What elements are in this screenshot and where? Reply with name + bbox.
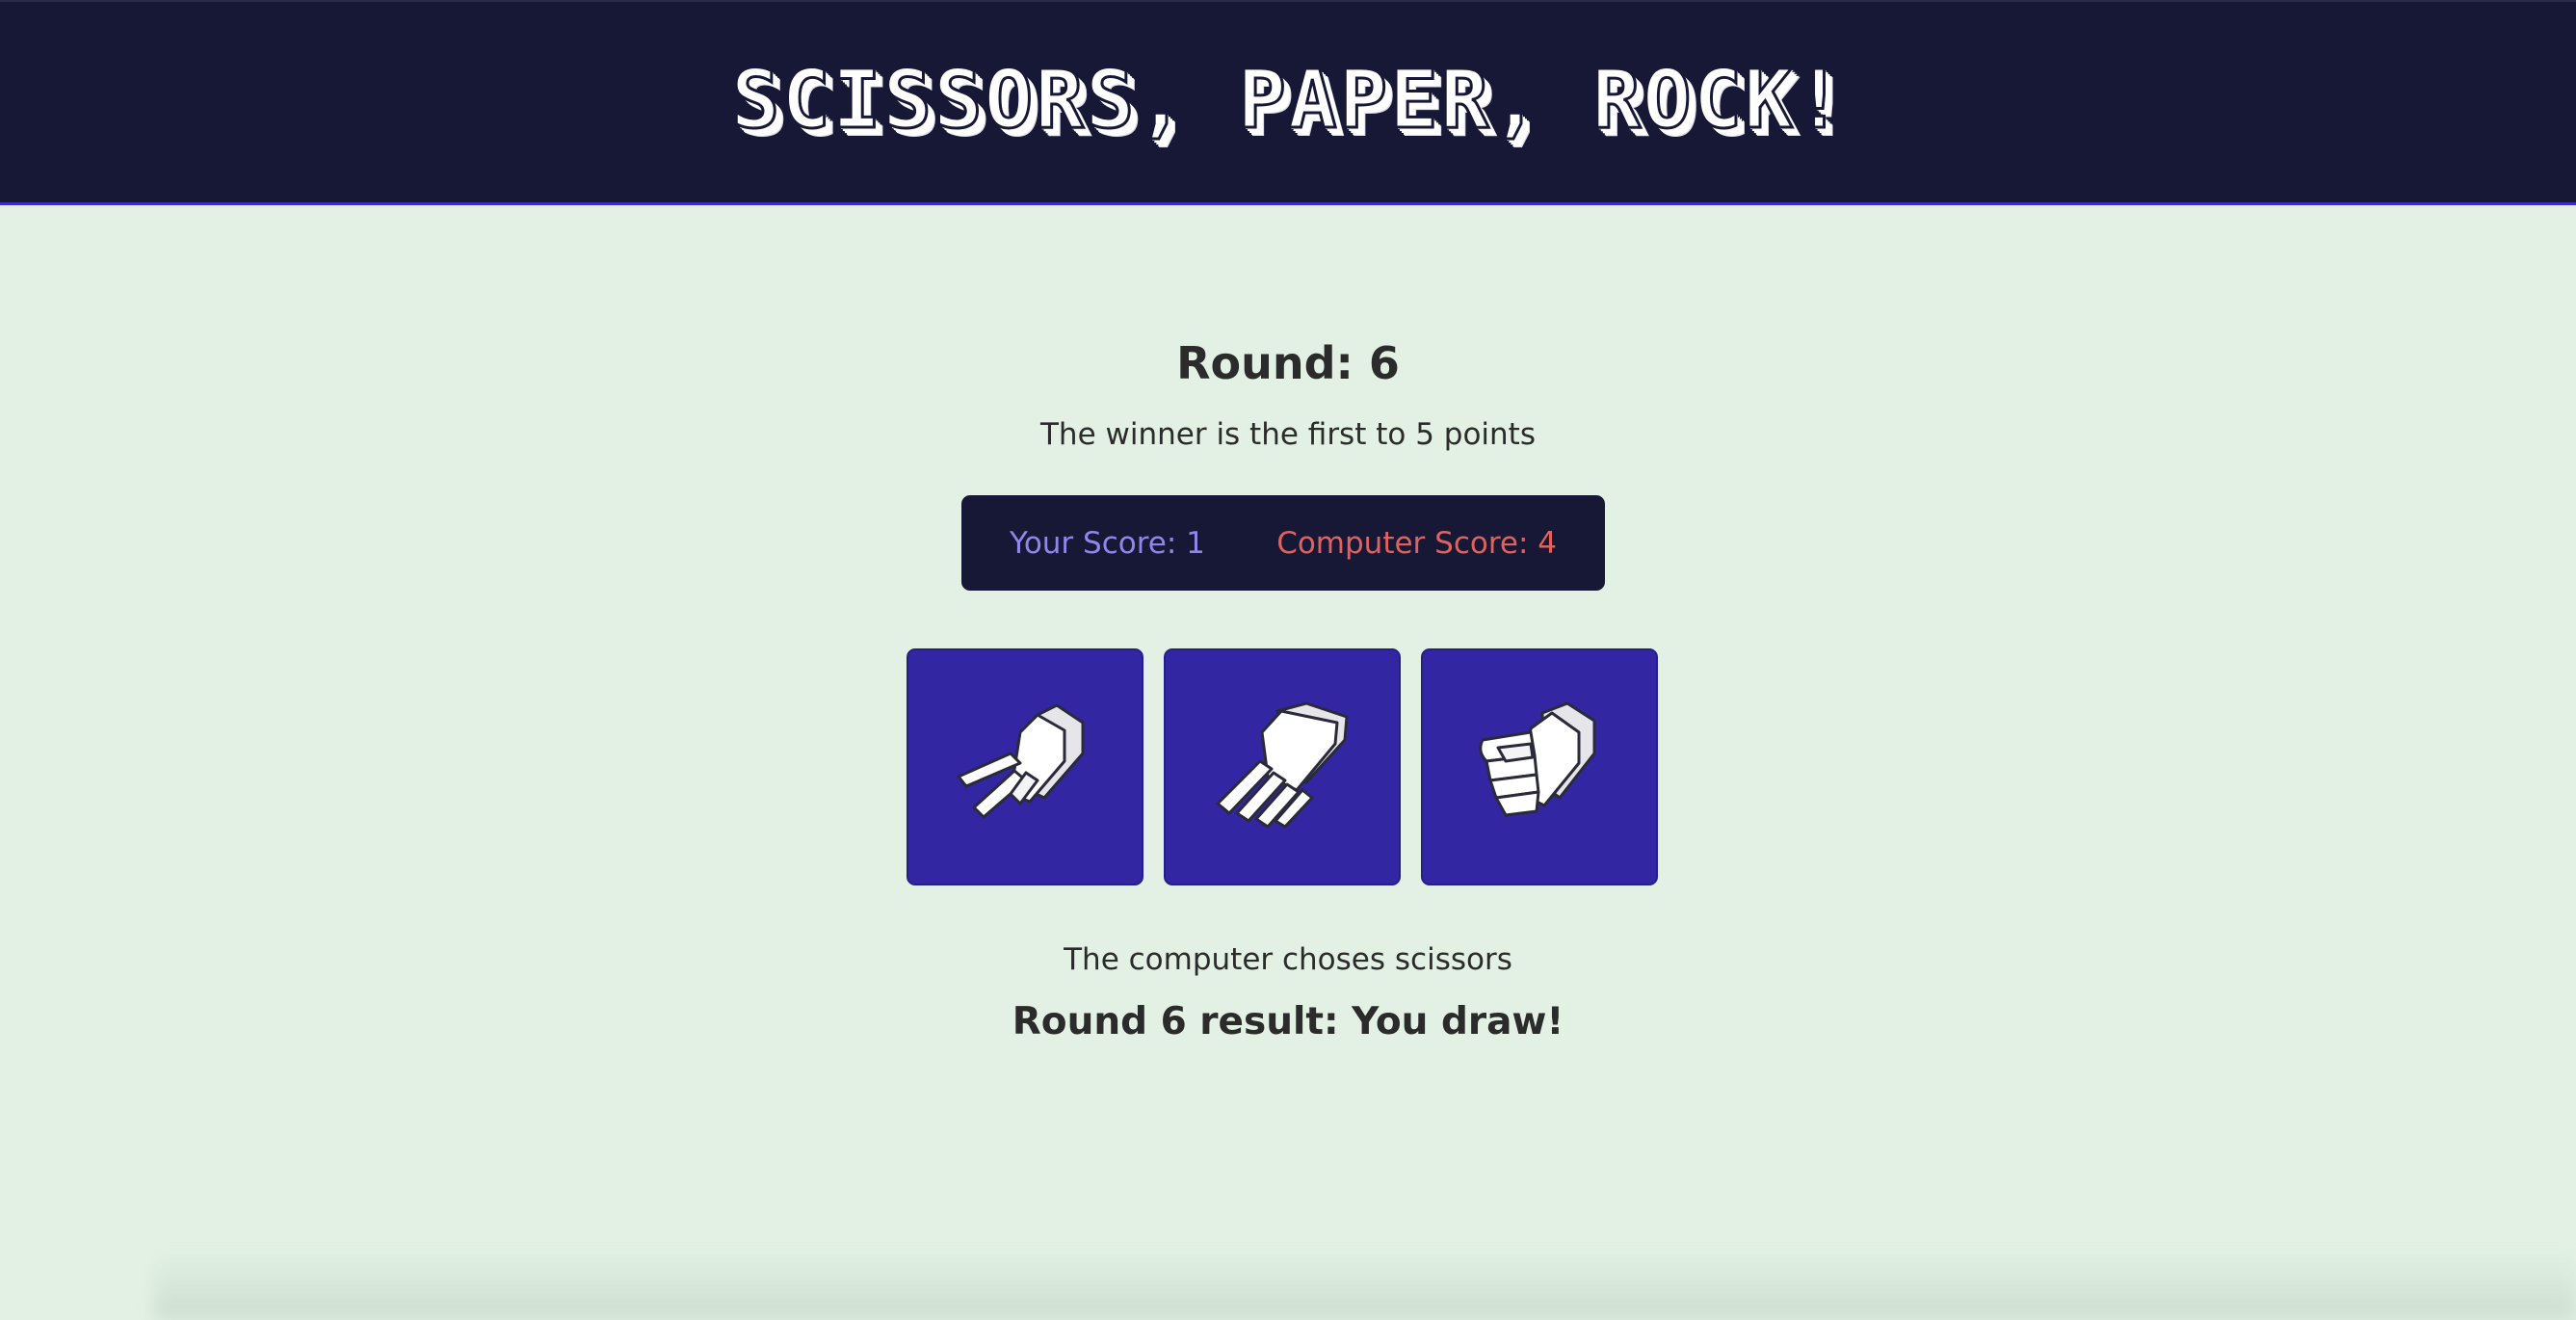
- rock-fist-icon: [1467, 694, 1612, 841]
- bottom-shadow: [154, 1253, 2576, 1320]
- scissors-button[interactable]: [907, 648, 1143, 885]
- rule-text: The winner is the first to 5 points: [1040, 417, 1536, 452]
- rock-button[interactable]: [1421, 648, 1658, 885]
- paper-hand-icon: [1210, 694, 1354, 841]
- page-title: SCISSORS, PAPER, ROCK!: [729, 51, 1846, 148]
- computer-choice-text: The computer choses scissors: [1064, 942, 1512, 977]
- site-header: SCISSORS, PAPER, ROCK!: [0, 0, 2576, 205]
- computer-score: Computer Score: 4: [1276, 525, 1557, 561]
- scoreboard: Your Score: 1 Computer Score: 4: [961, 495, 1605, 591]
- round-counter: Round: 6: [1176, 337, 1400, 389]
- round-result: Round 6 result: You draw!: [1012, 1000, 1564, 1043]
- player-score: Your Score: 1: [1010, 525, 1205, 561]
- scissors-hand-icon: [953, 694, 1097, 841]
- paper-button[interactable]: [1164, 648, 1401, 885]
